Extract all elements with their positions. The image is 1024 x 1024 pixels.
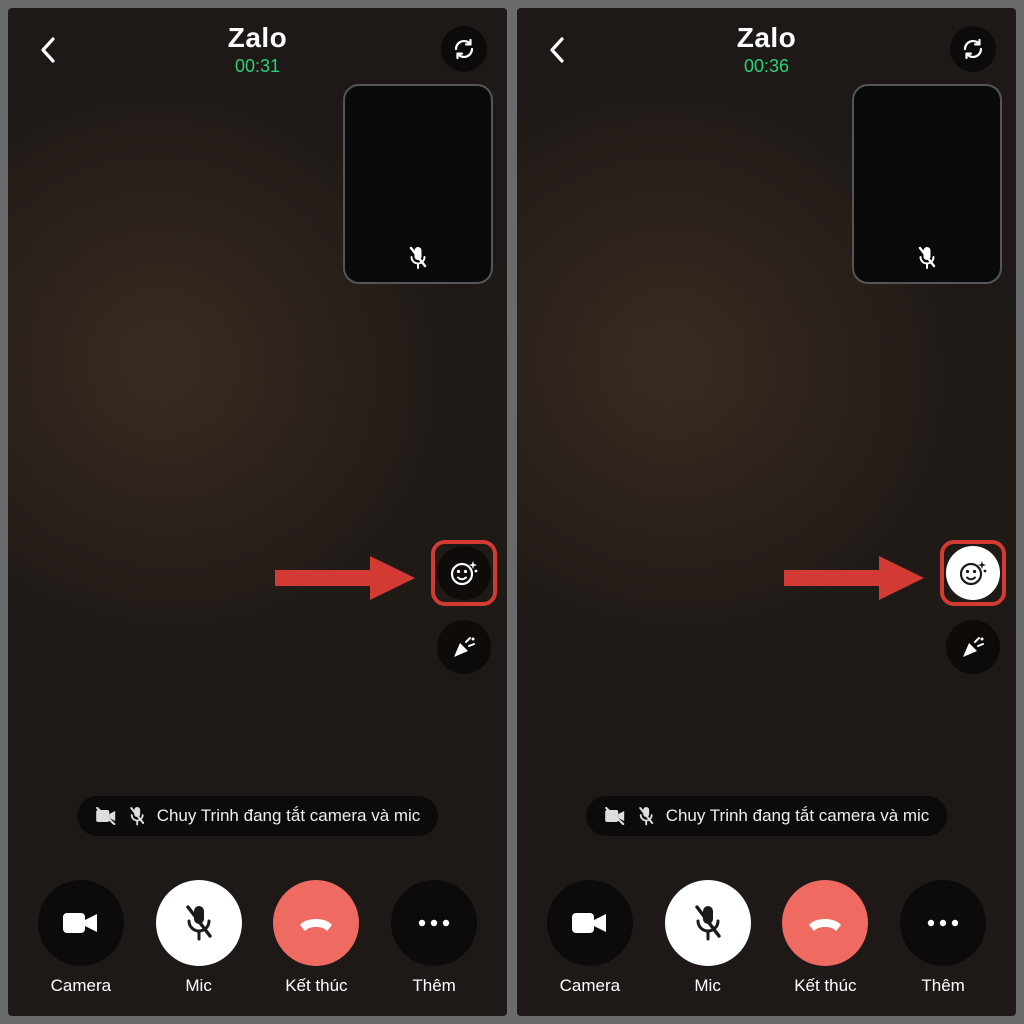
more-button[interactable]: [900, 880, 986, 966]
sparkle-face-icon: [958, 558, 988, 588]
mic-control: Mic: [665, 880, 751, 996]
party-button[interactable]: [437, 620, 491, 674]
more-icon: [926, 918, 960, 928]
mic-muted-icon: [184, 903, 214, 943]
camera-control: Camera: [38, 880, 124, 996]
app-title: Zalo: [228, 22, 288, 54]
end-label: Kết thúc: [794, 976, 856, 996]
camera-label: Camera: [51, 976, 111, 996]
call-timer: 00:36: [737, 56, 797, 77]
mic-muted-icon: [917, 246, 937, 270]
mic-label: Mic: [694, 976, 720, 996]
end-call-icon: [294, 901, 338, 945]
more-label: Thêm: [412, 976, 455, 996]
top-bar: Zalo 00:36: [517, 22, 1016, 76]
videocam-icon: [570, 909, 610, 937]
self-preview[interactable]: [343, 84, 493, 284]
effects-button-wrap: [946, 546, 1000, 600]
mic-button[interactable]: [156, 880, 242, 966]
flip-camera-button[interactable]: [441, 26, 487, 72]
self-preview[interactable]: [852, 84, 1002, 284]
status-text: Chuy Trinh đang tắt camera và mic: [157, 806, 421, 826]
app-title: Zalo: [737, 22, 797, 54]
end-call-icon: [803, 901, 847, 945]
flip-camera-button[interactable]: [950, 26, 996, 72]
effects-button[interactable]: [437, 546, 491, 600]
mic-label: Mic: [185, 976, 211, 996]
call-timer: 00:31: [228, 56, 288, 77]
more-control: Thêm: [900, 880, 986, 996]
party-button[interactable]: [946, 620, 1000, 674]
end-label: Kết thúc: [285, 976, 347, 996]
mic-control: Mic: [156, 880, 242, 996]
bottom-controls: Camera Mic Kết thúc: [8, 880, 507, 996]
camera-button[interactable]: [547, 880, 633, 966]
title-block: Zalo 00:31: [228, 22, 288, 77]
back-button[interactable]: [28, 30, 68, 70]
call-screen-right: Zalo 00:36: [517, 8, 1016, 1016]
side-buttons: [437, 546, 491, 674]
title-block: Zalo 00:36: [737, 22, 797, 77]
camera-control: Camera: [547, 880, 633, 996]
camera-off-icon: [604, 807, 626, 825]
camera-label: Camera: [560, 976, 620, 996]
more-icon: [417, 918, 451, 928]
annotation-arrow: [784, 556, 924, 600]
bottom-controls: Camera Mic Kết thúc: [517, 880, 1016, 996]
party-popper-icon: [450, 633, 478, 661]
end-control: Kết thúc: [782, 880, 868, 996]
mic-muted-icon: [408, 246, 428, 270]
more-button[interactable]: [391, 880, 477, 966]
end-control: Kết thúc: [273, 880, 359, 996]
status-pill: Chuy Trinh đang tắt camera và mic: [586, 796, 948, 836]
end-call-button[interactable]: [782, 880, 868, 966]
back-icon: [548, 36, 566, 64]
mic-muted-icon: [693, 903, 723, 943]
videocam-icon: [61, 909, 101, 937]
side-buttons: [946, 546, 1000, 674]
mic-button[interactable]: [665, 880, 751, 966]
end-call-button[interactable]: [273, 880, 359, 966]
status-pill: Chuy Trinh đang tắt camera và mic: [77, 796, 439, 836]
flip-camera-icon: [960, 36, 986, 62]
more-control: Thêm: [391, 880, 477, 996]
status-text: Chuy Trinh đang tắt camera và mic: [666, 806, 930, 826]
mic-muted-icon: [129, 806, 145, 826]
camera-off-icon: [95, 807, 117, 825]
sparkle-face-icon: [449, 558, 479, 588]
back-icon: [39, 36, 57, 64]
party-popper-icon: [959, 633, 987, 661]
top-bar: Zalo 00:31: [8, 22, 507, 76]
effects-button-wrap: [437, 546, 491, 600]
effects-button[interactable]: [946, 546, 1000, 600]
more-label: Thêm: [921, 976, 964, 996]
call-screen-left: Zalo 00:31: [8, 8, 507, 1016]
back-button[interactable]: [537, 30, 577, 70]
flip-camera-icon: [451, 36, 477, 62]
annotation-arrow: [275, 556, 415, 600]
camera-button[interactable]: [38, 880, 124, 966]
mic-muted-icon: [638, 806, 654, 826]
